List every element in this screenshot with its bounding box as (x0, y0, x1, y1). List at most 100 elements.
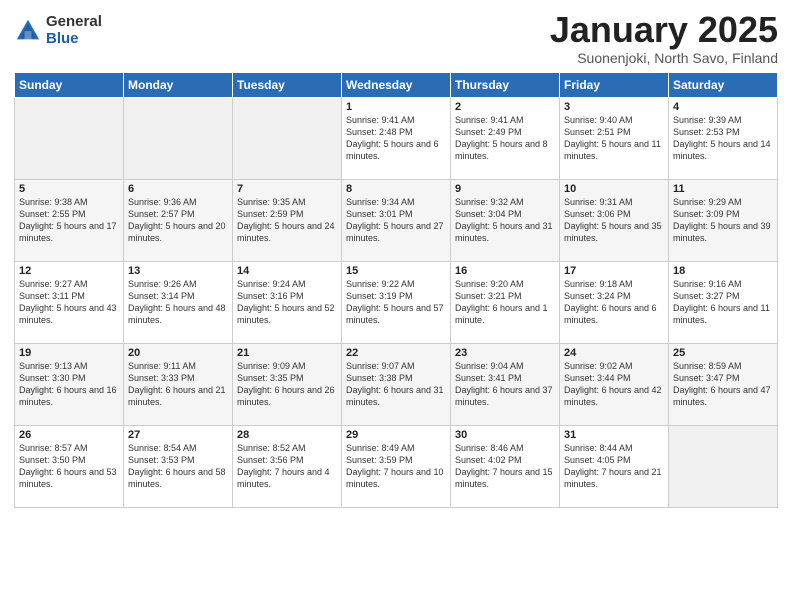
logo: General Blue (14, 14, 102, 47)
calendar-cell: 5Sunrise: 9:38 AM Sunset: 2:55 PM Daylig… (15, 179, 124, 261)
calendar-body: 1Sunrise: 9:41 AM Sunset: 2:48 PM Daylig… (15, 97, 778, 507)
day-number: 6 (128, 183, 228, 195)
day-info: Sunrise: 8:57 AM Sunset: 3:50 PM Dayligh… (19, 442, 119, 491)
location-title: Suonenjoki, North Savo, Finland (550, 50, 778, 66)
day-info: Sunrise: 9:27 AM Sunset: 3:11 PM Dayligh… (19, 278, 119, 327)
calendar-table: Sunday Monday Tuesday Wednesday Thursday… (14, 72, 778, 508)
calendar-cell (669, 425, 778, 507)
calendar-week-2: 12Sunrise: 9:27 AM Sunset: 3:11 PM Dayli… (15, 261, 778, 343)
calendar-cell: 17Sunrise: 9:18 AM Sunset: 3:24 PM Dayli… (560, 261, 669, 343)
calendar-cell (124, 97, 233, 179)
calendar-week-3: 19Sunrise: 9:13 AM Sunset: 3:30 PM Dayli… (15, 343, 778, 425)
day-info: Sunrise: 8:46 AM Sunset: 4:02 PM Dayligh… (455, 442, 555, 491)
day-info: Sunrise: 8:54 AM Sunset: 3:53 PM Dayligh… (128, 442, 228, 491)
day-number: 13 (128, 265, 228, 277)
calendar-cell: 19Sunrise: 9:13 AM Sunset: 3:30 PM Dayli… (15, 343, 124, 425)
day-info: Sunrise: 9:18 AM Sunset: 3:24 PM Dayligh… (564, 278, 664, 327)
day-number: 30 (455, 429, 555, 441)
calendar-cell: 20Sunrise: 9:11 AM Sunset: 3:33 PM Dayli… (124, 343, 233, 425)
day-number: 24 (564, 347, 664, 359)
calendar-cell (15, 97, 124, 179)
day-number: 8 (346, 183, 446, 195)
header-saturday: Saturday (669, 72, 778, 97)
day-info: Sunrise: 9:11 AM Sunset: 3:33 PM Dayligh… (128, 360, 228, 409)
day-info: Sunrise: 9:41 AM Sunset: 2:49 PM Dayligh… (455, 114, 555, 163)
calendar-cell: 15Sunrise: 9:22 AM Sunset: 3:19 PM Dayli… (342, 261, 451, 343)
calendar-cell: 23Sunrise: 9:04 AM Sunset: 3:41 PM Dayli… (451, 343, 560, 425)
calendar-cell: 30Sunrise: 8:46 AM Sunset: 4:02 PM Dayli… (451, 425, 560, 507)
calendar-cell: 27Sunrise: 8:54 AM Sunset: 3:53 PM Dayli… (124, 425, 233, 507)
day-number: 1 (346, 101, 446, 113)
day-number: 10 (564, 183, 664, 195)
day-number: 21 (237, 347, 337, 359)
calendar-week-4: 26Sunrise: 8:57 AM Sunset: 3:50 PM Dayli… (15, 425, 778, 507)
calendar-cell: 9Sunrise: 9:32 AM Sunset: 3:04 PM Daylig… (451, 179, 560, 261)
header-tuesday: Tuesday (233, 72, 342, 97)
day-number: 17 (564, 265, 664, 277)
day-info: Sunrise: 9:32 AM Sunset: 3:04 PM Dayligh… (455, 196, 555, 245)
day-info: Sunrise: 9:09 AM Sunset: 3:35 PM Dayligh… (237, 360, 337, 409)
header-sunday: Sunday (15, 72, 124, 97)
calendar-cell: 26Sunrise: 8:57 AM Sunset: 3:50 PM Dayli… (15, 425, 124, 507)
day-number: 9 (455, 183, 555, 195)
calendar-cell: 24Sunrise: 9:02 AM Sunset: 3:44 PM Dayli… (560, 343, 669, 425)
calendar-cell: 10Sunrise: 9:31 AM Sunset: 3:06 PM Dayli… (560, 179, 669, 261)
page-container: General Blue January 2025 Suonenjoki, No… (0, 0, 792, 514)
day-info: Sunrise: 9:04 AM Sunset: 3:41 PM Dayligh… (455, 360, 555, 409)
day-number: 12 (19, 265, 119, 277)
day-number: 2 (455, 101, 555, 113)
day-number: 22 (346, 347, 446, 359)
day-number: 25 (673, 347, 773, 359)
day-number: 28 (237, 429, 337, 441)
day-info: Sunrise: 9:26 AM Sunset: 3:14 PM Dayligh… (128, 278, 228, 327)
calendar-cell: 18Sunrise: 9:16 AM Sunset: 3:27 PM Dayli… (669, 261, 778, 343)
day-number: 7 (237, 183, 337, 195)
day-number: 16 (455, 265, 555, 277)
day-number: 4 (673, 101, 773, 113)
day-info: Sunrise: 9:35 AM Sunset: 2:59 PM Dayligh… (237, 196, 337, 245)
day-info: Sunrise: 8:52 AM Sunset: 3:56 PM Dayligh… (237, 442, 337, 491)
day-info: Sunrise: 9:29 AM Sunset: 3:09 PM Dayligh… (673, 196, 773, 245)
calendar-cell: 7Sunrise: 9:35 AM Sunset: 2:59 PM Daylig… (233, 179, 342, 261)
day-info: Sunrise: 9:38 AM Sunset: 2:55 PM Dayligh… (19, 196, 119, 245)
logo-icon (14, 17, 42, 45)
calendar-cell: 6Sunrise: 9:36 AM Sunset: 2:57 PM Daylig… (124, 179, 233, 261)
day-info: Sunrise: 8:49 AM Sunset: 3:59 PM Dayligh… (346, 442, 446, 491)
title-block: January 2025 Suonenjoki, North Savo, Fin… (550, 10, 778, 66)
calendar-cell: 28Sunrise: 8:52 AM Sunset: 3:56 PM Dayli… (233, 425, 342, 507)
logo-general-text: General (46, 14, 102, 31)
calendar-cell: 31Sunrise: 8:44 AM Sunset: 4:05 PM Dayli… (560, 425, 669, 507)
day-info: Sunrise: 9:36 AM Sunset: 2:57 PM Dayligh… (128, 196, 228, 245)
header-row: General Blue January 2025 Suonenjoki, No… (14, 10, 778, 66)
calendar-cell: 25Sunrise: 8:59 AM Sunset: 3:47 PM Dayli… (669, 343, 778, 425)
day-info: Sunrise: 9:31 AM Sunset: 3:06 PM Dayligh… (564, 196, 664, 245)
calendar-cell: 16Sunrise: 9:20 AM Sunset: 3:21 PM Dayli… (451, 261, 560, 343)
day-number: 18 (673, 265, 773, 277)
day-number: 27 (128, 429, 228, 441)
header-monday: Monday (124, 72, 233, 97)
day-number: 23 (455, 347, 555, 359)
logo-blue-text: Blue (46, 31, 102, 48)
calendar-cell: 14Sunrise: 9:24 AM Sunset: 3:16 PM Dayli… (233, 261, 342, 343)
calendar-cell: 13Sunrise: 9:26 AM Sunset: 3:14 PM Dayli… (124, 261, 233, 343)
calendar-cell: 1Sunrise: 9:41 AM Sunset: 2:48 PM Daylig… (342, 97, 451, 179)
calendar-cell: 11Sunrise: 9:29 AM Sunset: 3:09 PM Dayli… (669, 179, 778, 261)
day-number: 29 (346, 429, 446, 441)
day-info: Sunrise: 9:39 AM Sunset: 2:53 PM Dayligh… (673, 114, 773, 163)
day-info: Sunrise: 9:13 AM Sunset: 3:30 PM Dayligh… (19, 360, 119, 409)
day-info: Sunrise: 9:07 AM Sunset: 3:38 PM Dayligh… (346, 360, 446, 409)
day-number: 5 (19, 183, 119, 195)
month-title: January 2025 (550, 10, 778, 50)
calendar-week-1: 5Sunrise: 9:38 AM Sunset: 2:55 PM Daylig… (15, 179, 778, 261)
calendar-cell: 12Sunrise: 9:27 AM Sunset: 3:11 PM Dayli… (15, 261, 124, 343)
calendar-cell: 22Sunrise: 9:07 AM Sunset: 3:38 PM Dayli… (342, 343, 451, 425)
day-number: 31 (564, 429, 664, 441)
day-info: Sunrise: 9:20 AM Sunset: 3:21 PM Dayligh… (455, 278, 555, 327)
header-row-days: Sunday Monday Tuesday Wednesday Thursday… (15, 72, 778, 97)
calendar-week-0: 1Sunrise: 9:41 AM Sunset: 2:48 PM Daylig… (15, 97, 778, 179)
day-number: 26 (19, 429, 119, 441)
calendar-cell: 3Sunrise: 9:40 AM Sunset: 2:51 PM Daylig… (560, 97, 669, 179)
day-info: Sunrise: 9:22 AM Sunset: 3:19 PM Dayligh… (346, 278, 446, 327)
calendar-cell (233, 97, 342, 179)
day-info: Sunrise: 8:44 AM Sunset: 4:05 PM Dayligh… (564, 442, 664, 491)
